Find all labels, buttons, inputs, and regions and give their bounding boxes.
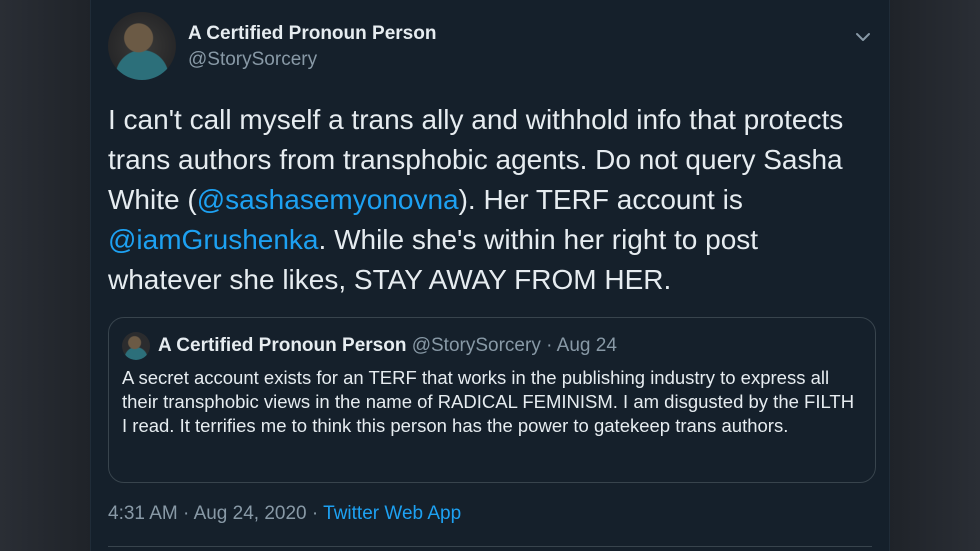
tweet-time[interactable]: 4:31 AM [108, 503, 178, 524]
avatar[interactable] [108, 12, 176, 80]
author-handle[interactable]: @StorySorcery [188, 49, 317, 71]
tweet-text: I can't call myself a trans ally and wit… [108, 100, 868, 300]
chevron-down-icon[interactable] [852, 26, 874, 48]
author-name[interactable]: A Certified Pronoun Person [188, 23, 436, 45]
mention-link[interactable]: @sashasemyonovna [197, 184, 459, 215]
quoted-author-name: A Certified Pronoun Person [158, 335, 407, 356]
tweet-text-part: ). Her TERF account is [458, 184, 743, 215]
tweet-footer: 4:31 AM · Aug 24, 2020 · Twitter Web App [108, 503, 461, 525]
quoted-tweet[interactable]: A Certified Pronoun Person @StorySorcery… [108, 317, 876, 483]
background-left [0, 0, 90, 551]
quoted-avatar [122, 332, 150, 360]
background-right [890, 0, 980, 551]
divider [108, 546, 872, 547]
tweet-date[interactable]: Aug 24, 2020 [194, 503, 307, 524]
mention-link[interactable]: @iamGrushenka [108, 224, 319, 255]
footer-separator: · [183, 503, 190, 524]
footer-separator: · [311, 503, 319, 524]
quoted-author-handle: @StorySorcery [411, 335, 541, 356]
tweet-header: A Certified Pronoun Person @StorySorcery [108, 12, 878, 80]
quoted-text: A secret account exists for an TERF that… [122, 367, 855, 436]
quoted-separator: · [546, 335, 553, 356]
source-app-link[interactable]: Twitter Web App [323, 503, 461, 524]
quoted-meta: A Certified Pronoun Person @StorySorcery… [158, 335, 617, 357]
tweet-card: A Certified Pronoun Person @StorySorcery… [90, 0, 890, 551]
quoted-date: Aug 24 [556, 335, 617, 356]
